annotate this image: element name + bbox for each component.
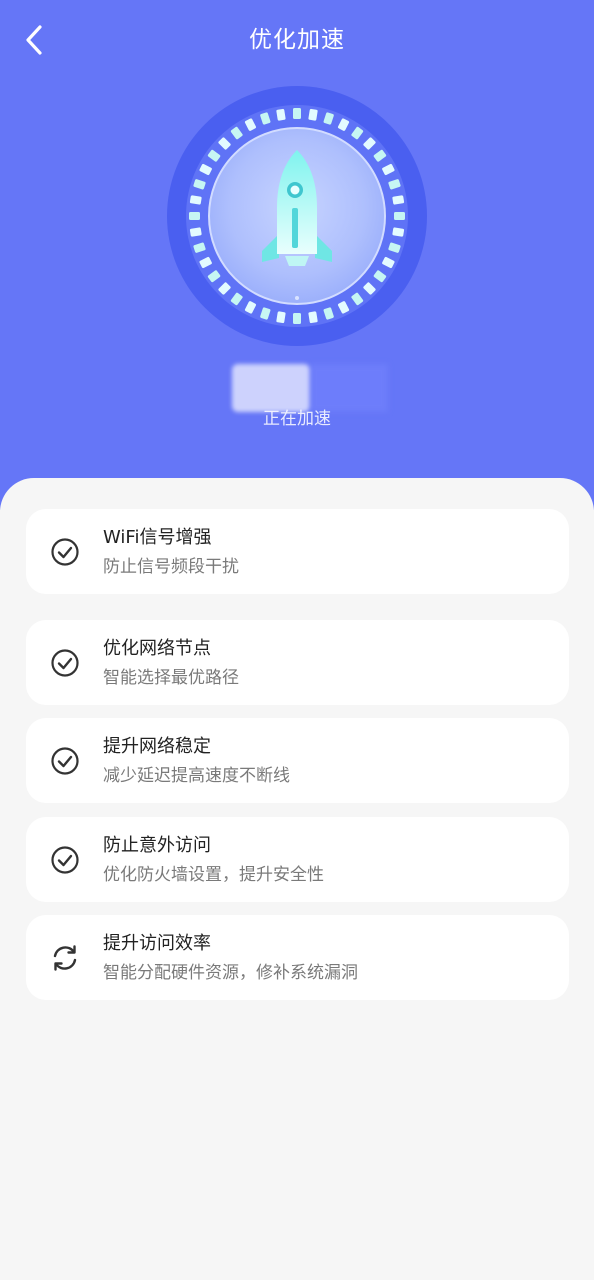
check-circle-icon	[51, 846, 79, 874]
check-circle-icon	[51, 649, 79, 677]
ring-tick	[276, 108, 286, 121]
task-card: WiFi信号增强 防止信号频段干扰	[26, 509, 569, 594]
check-circle-icon	[51, 538, 79, 566]
check-circle-icon	[51, 747, 79, 775]
task-title: 防止意外访问	[103, 835, 211, 856]
ring-tick	[293, 108, 301, 119]
task-subtitle: 智能选择最优路径	[103, 668, 239, 688]
header-area: 优化加速 正在加速	[0, 0, 594, 510]
ring-tick	[293, 313, 301, 324]
task-subtitle: 优化防火墙设置，提升安全性	[103, 865, 324, 885]
accelerator-ring	[167, 86, 427, 346]
obscured-value-shadow	[310, 364, 388, 412]
ring-tick	[392, 227, 405, 237]
task-subtitle: 智能分配硬件资源，修补系统漏洞	[103, 963, 358, 983]
task-card: 优化网络节点 智能选择最优路径	[26, 620, 569, 705]
task-title: 优化网络节点	[103, 638, 211, 659]
task-card: 防止意外访问 优化防火墙设置，提升安全性	[26, 817, 569, 902]
ring-tick	[189, 212, 200, 220]
ring-tick	[276, 311, 286, 324]
page-title: 优化加速	[249, 27, 345, 53]
task-card: 提升访问效率 智能分配硬件资源，修补系统漏洞	[26, 915, 569, 1000]
ring-tick	[308, 108, 318, 121]
ring-tick	[308, 311, 318, 324]
task-title: 提升访问效率	[103, 933, 211, 954]
task-card: 提升网络稳定 减少延迟提高速度不断线	[26, 718, 569, 803]
ring-tick	[394, 212, 405, 220]
ring-tick	[189, 227, 202, 237]
task-subtitle: 减少延迟提高速度不断线	[103, 766, 290, 786]
task-title: 提升网络稳定	[103, 736, 211, 757]
task-subtitle: 防止信号频段干扰	[103, 557, 239, 577]
ring-tick	[392, 195, 405, 205]
accelerating-status: 正在加速	[263, 409, 331, 429]
task-title: WiFi信号增强	[103, 527, 212, 548]
obscured-value-block	[232, 364, 310, 412]
refresh-icon	[53, 945, 77, 971]
ring-tick	[189, 195, 202, 205]
